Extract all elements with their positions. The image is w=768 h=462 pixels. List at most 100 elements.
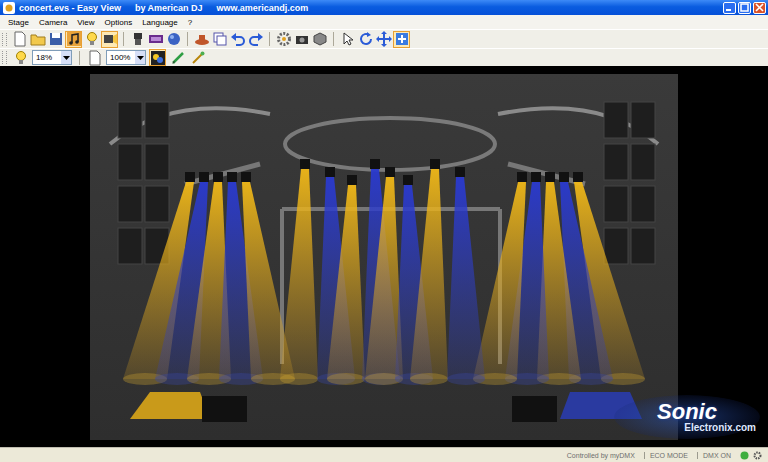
close-button[interactable] xyxy=(753,2,766,14)
watermark: Sonic Electronix.com xyxy=(614,395,760,439)
toolbar-button[interactable] xyxy=(229,31,246,48)
toolbar-button[interactable] xyxy=(357,31,374,48)
speaker xyxy=(631,186,655,222)
menu-bar: StageCameraViewOptionsLanguage? xyxy=(0,15,768,29)
moving-head-fixture xyxy=(300,159,310,169)
menu-item[interactable]: Camera xyxy=(35,18,71,27)
maximize-icon xyxy=(740,3,749,12)
chip-icon xyxy=(148,31,164,47)
moving-head-fixture xyxy=(370,159,380,169)
toolbar-grip[interactable] xyxy=(2,33,7,46)
window-publisher: by American DJ xyxy=(135,3,203,13)
toolbar-grip[interactable] xyxy=(2,51,7,64)
toolbar-button[interactable] xyxy=(293,31,310,48)
window-title: concert.evs - Easy View xyxy=(19,3,121,13)
note-icon xyxy=(66,31,82,47)
toolbar-button[interactable] xyxy=(275,31,292,48)
toolbar-separator xyxy=(79,51,80,65)
maximize-button[interactable] xyxy=(738,2,751,14)
speaker xyxy=(631,144,655,180)
speaker xyxy=(631,228,655,264)
doc-icon xyxy=(12,31,28,47)
speaker xyxy=(631,102,655,138)
toolbar-button[interactable] xyxy=(393,31,410,48)
truss xyxy=(285,118,495,170)
light-level-dropdown[interactable]: 18% xyxy=(32,50,72,65)
toolbar-button[interactable] xyxy=(147,31,164,48)
moving-head-fixture xyxy=(403,175,413,185)
toolbar-button[interactable] xyxy=(247,31,264,48)
view-tool-button[interactable] xyxy=(189,49,206,66)
doc-icon xyxy=(87,50,103,66)
toolbar-separator xyxy=(187,32,188,46)
moving-head-fixture xyxy=(531,172,541,182)
speaker xyxy=(604,102,628,138)
rotate-icon xyxy=(358,31,374,47)
dmx-status-icon xyxy=(740,451,749,460)
speaker xyxy=(145,186,169,222)
monitor-speaker xyxy=(202,396,247,422)
status-bar: Controlled by myDMXECO MODEDMX ON xyxy=(0,447,768,462)
light-beam xyxy=(410,169,448,379)
truss xyxy=(185,164,585,184)
toolbar-separator xyxy=(333,32,334,46)
status-item: ECO MODE xyxy=(644,452,693,459)
moving-head-fixture xyxy=(455,167,465,177)
moving-head-fixture xyxy=(559,172,569,182)
menu-item[interactable]: Stage xyxy=(4,18,33,27)
toolbar-separator xyxy=(123,32,124,46)
toolbar-button[interactable] xyxy=(165,31,182,48)
toolbar-button[interactable] xyxy=(47,31,64,48)
cam-icon xyxy=(294,31,310,47)
toolbar-separator xyxy=(269,32,270,46)
light-beam xyxy=(280,169,318,379)
toolbar-button[interactable] xyxy=(29,31,46,48)
toolbar-button[interactable] xyxy=(65,31,82,48)
toolbar-button[interactable] xyxy=(101,31,118,48)
minimize-button[interactable] xyxy=(723,2,736,14)
toolbar-button[interactable] xyxy=(83,31,100,48)
ball-icon xyxy=(166,31,182,47)
app-icon xyxy=(3,2,15,14)
view-toolbar: 18% 100% xyxy=(0,48,768,66)
stage-viewport[interactable]: Sonic Electronix.com xyxy=(0,66,768,447)
moving-head-fixture xyxy=(517,172,527,182)
light-beam xyxy=(327,185,365,379)
moving-head-fixture xyxy=(241,172,251,182)
speaker xyxy=(118,228,142,264)
view-tool-button[interactable] xyxy=(149,49,166,66)
redo-icon xyxy=(248,31,264,47)
minimize-icon xyxy=(725,3,734,12)
toolbar-button[interactable] xyxy=(11,31,28,48)
undo-icon xyxy=(230,31,246,47)
menu-item[interactable]: Language xyxy=(138,18,182,27)
toolbar-button[interactable] xyxy=(129,31,146,48)
moving-head-fixture xyxy=(430,159,440,169)
close-icon xyxy=(755,3,764,12)
view-tool-button[interactable] xyxy=(169,49,186,66)
monitor-speaker xyxy=(512,396,557,422)
app-window: concert.evs - Easy View by American DJ w… xyxy=(0,0,768,462)
disk-icon xyxy=(48,31,64,47)
stack-icon xyxy=(212,31,228,47)
toolbar-button[interactable] xyxy=(311,31,328,48)
moving-head-fixture xyxy=(545,172,555,182)
toolbar-button[interactable] xyxy=(375,31,392,48)
light-pool xyxy=(280,373,318,385)
speaker xyxy=(604,144,628,180)
moving-head-fixture xyxy=(347,175,357,185)
dropdown-arrow-icon xyxy=(137,56,144,60)
menu-item[interactable]: View xyxy=(73,18,98,27)
menu-item[interactable]: ? xyxy=(184,18,196,27)
toolbar-button[interactable] xyxy=(339,31,356,48)
light-pool xyxy=(447,373,485,385)
menu-item[interactable]: Options xyxy=(101,18,137,27)
moving-head-fixture xyxy=(185,172,195,182)
robot-icon xyxy=(130,31,146,47)
stage-render xyxy=(90,74,678,440)
moving-head-fixture xyxy=(385,167,395,177)
status-item: DMX ON xyxy=(697,452,736,459)
toolbar-button[interactable] xyxy=(193,31,210,48)
toolbar-button[interactable] xyxy=(211,31,228,48)
zoom-dropdown[interactable]: 100% xyxy=(106,50,146,65)
